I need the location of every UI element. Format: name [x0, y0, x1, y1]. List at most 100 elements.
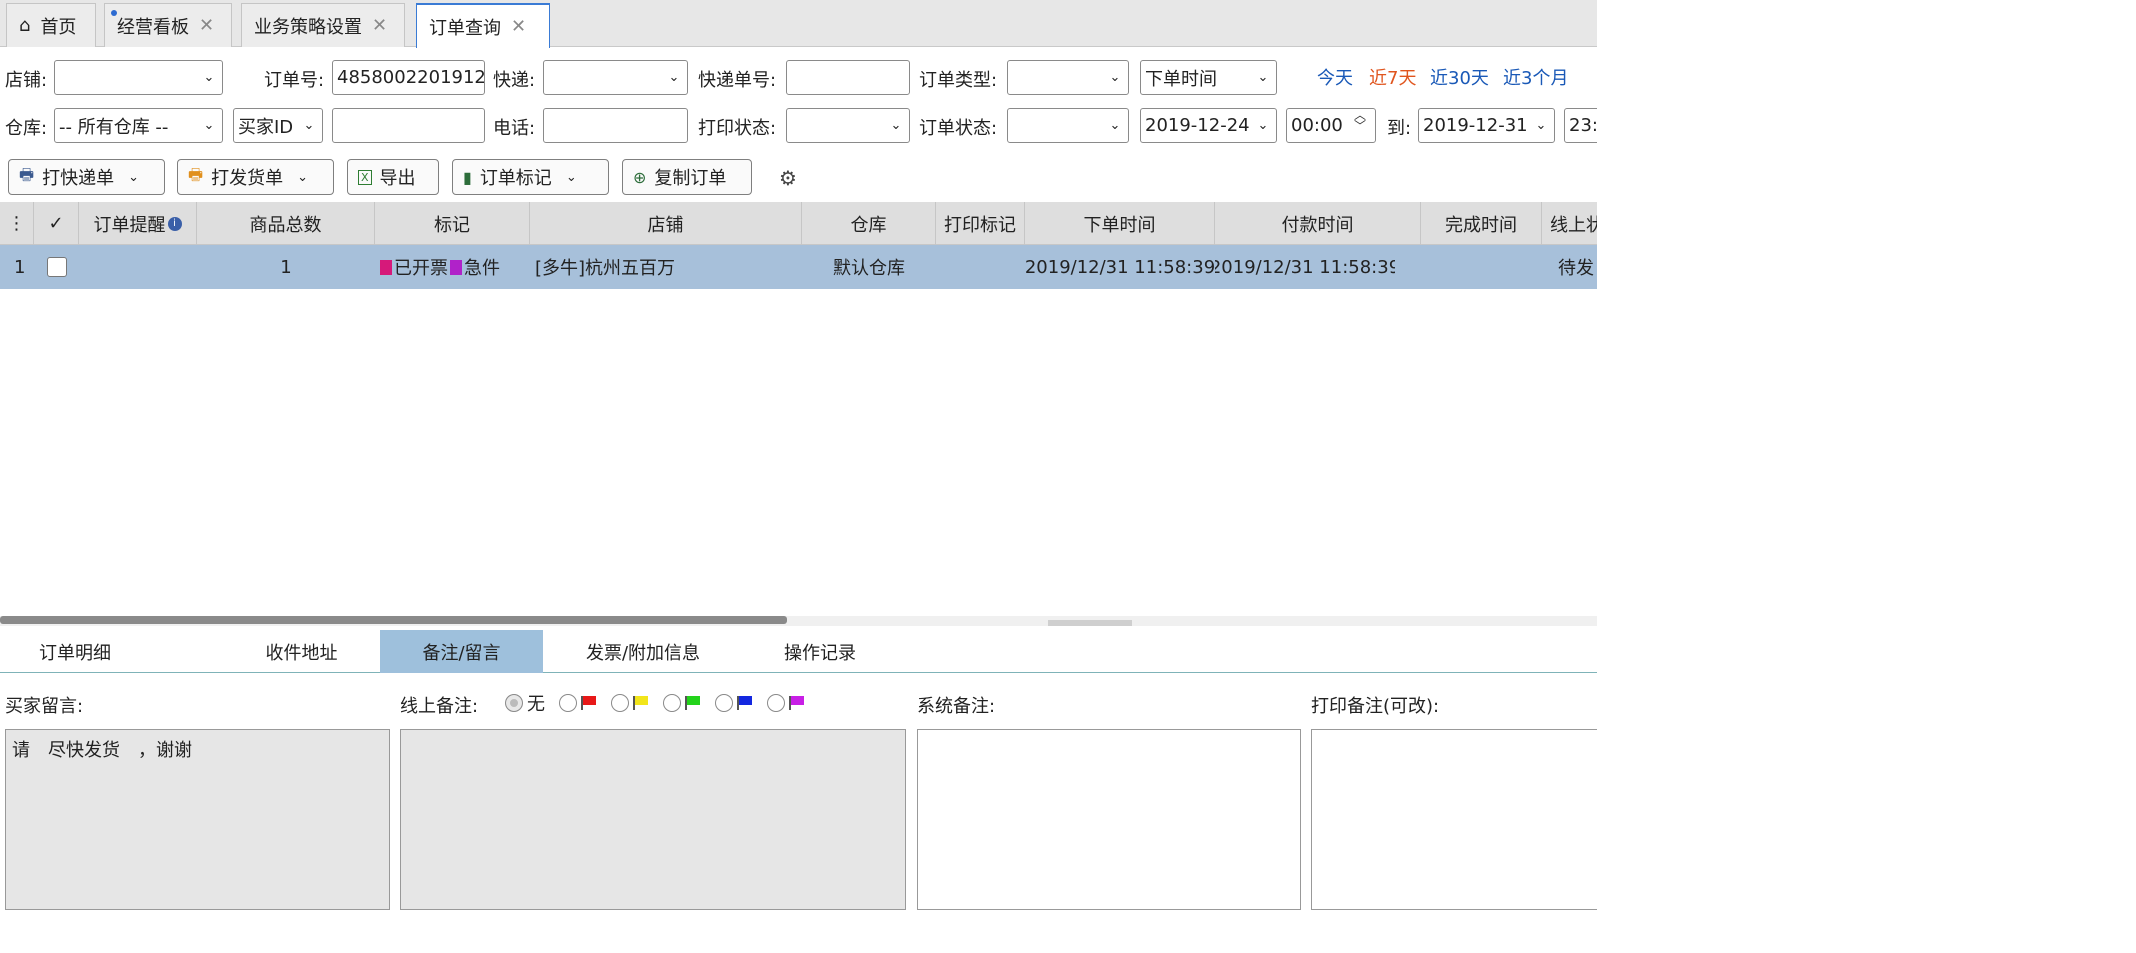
copy-order-button[interactable]: ⊕ 复制订单: [622, 159, 752, 195]
print-delivery-button[interactable]: 🖶 打发货单 ⌄: [177, 159, 334, 195]
flag-option-none[interactable]: 无: [505, 690, 545, 716]
phone-input[interactable]: [543, 108, 688, 143]
date-to-value: 2019-12-31: [1423, 115, 1528, 136]
warehouse-label: 仓库:: [5, 118, 48, 139]
printer-icon: 🖶: [188, 164, 204, 184]
date-to-select[interactable]: 2019-12-31 ⌄: [1418, 108, 1555, 143]
print-remark-input[interactable]: [1311, 729, 1597, 910]
quick-30days[interactable]: 近30天: [1430, 64, 1489, 90]
column-header[interactable]: 商品总数: [197, 202, 375, 245]
flag-option-blue[interactable]: [715, 694, 753, 712]
express-select[interactable]: ⌄: [543, 60, 688, 95]
mark-urgent: 急件: [464, 258, 500, 279]
column-header[interactable]: 店铺: [530, 202, 802, 245]
none-label: 无: [527, 694, 545, 715]
time-type-value: 下单时间: [1145, 68, 1217, 90]
row-online-status: 待发: [1558, 258, 1594, 279]
close-icon[interactable]: ✕: [199, 15, 214, 36]
tab-dashboard[interactable]: 经营看板 ✕: [104, 3, 232, 47]
time-spinner-icon[interactable]: ︿ ﹀: [1354, 109, 1366, 132]
row-finish-time: [1421, 245, 1542, 289]
chevron-down-icon: ⌄: [1257, 118, 1269, 133]
table-row[interactable]: 1 1 已开票 急件 [多牛]杭州五百万 默认仓库 2019/12/31 11:…: [0, 245, 1597, 289]
green-flag-icon: [685, 696, 701, 710]
chevron-down-icon: ⌄: [668, 70, 680, 85]
home-icon: ⌂: [19, 15, 31, 36]
select-all-checkbox[interactable]: ✓: [34, 202, 79, 245]
bookmark-icon: [380, 259, 392, 275]
tab-operation-log[interactable]: 操作记录: [745, 630, 895, 673]
express-no-input[interactable]: [786, 60, 910, 95]
column-menu-icon[interactable]: ⋮: [0, 202, 34, 245]
close-icon[interactable]: ✕: [511, 16, 526, 37]
chevron-down-icon: ⌄: [203, 70, 215, 85]
tab-remarks[interactable]: 备注/留言: [380, 630, 543, 673]
quick-today[interactable]: 今天: [1317, 64, 1353, 90]
date-from-select[interactable]: 2019-12-24 ⌄: [1140, 108, 1277, 143]
column-header[interactable]: 下单时间: [1025, 202, 1215, 245]
column-header[interactable]: 标记: [375, 202, 530, 245]
chevron-down-icon: ⌄: [1257, 70, 1269, 85]
column-header[interactable]: 线上状: [1542, 202, 1597, 245]
print-status-select[interactable]: ⌄: [786, 108, 910, 143]
tab-address[interactable]: 收件地址: [220, 630, 383, 673]
row-print-mark: [936, 245, 1025, 289]
system-remark-label: 系统备注:: [917, 696, 996, 717]
order-mark-button[interactable]: ▮ 订单标记 ⌄: [452, 159, 609, 195]
tab-strategy[interactable]: 业务策略设置 ✕: [241, 3, 405, 47]
print-express-button[interactable]: 🖶 打快递单 ⌄: [8, 159, 165, 195]
online-remark-label: 线上备注:: [400, 696, 479, 717]
scrollbar-thumb[interactable]: [0, 616, 787, 624]
tab-order-query[interactable]: 订单查询 ✕: [416, 3, 550, 48]
yellow-flag-icon: [633, 696, 649, 710]
tab-home[interactable]: ⌂ 首页: [6, 3, 96, 47]
gear-icon[interactable]: ⚙: [779, 166, 797, 190]
warehouse-select[interactable]: -- 所有仓库 -- ⌄: [54, 108, 223, 143]
column-header[interactable]: 打印标记: [936, 202, 1025, 245]
quick-7days[interactable]: 近7天: [1369, 64, 1416, 90]
order-type-select[interactable]: ⌄: [1007, 60, 1129, 95]
column-header[interactable]: 完成时间: [1421, 202, 1542, 245]
chevron-down-icon: ⌄: [1109, 70, 1121, 85]
row-checkbox[interactable]: [47, 245, 77, 289]
close-icon[interactable]: ✕: [372, 15, 387, 36]
order-status-select[interactable]: ⌄: [1007, 108, 1129, 143]
buyer-message-label: 买家留言:: [5, 696, 84, 717]
printer-icon: 🖶: [19, 164, 35, 184]
tab-order-detail[interactable]: 订单明细: [0, 630, 150, 673]
tab-label: 首页: [40, 16, 77, 38]
column-header[interactable]: 付款时间: [1215, 202, 1421, 245]
print-delivery-label: 打发货单: [211, 168, 284, 189]
column-header[interactable]: 订单提醒 i: [79, 202, 197, 245]
detail-tabs: 订单明细 收件地址 备注/留言 发票/附加信息 操作记录: [0, 630, 1597, 673]
order-type-label: 订单类型:: [919, 70, 998, 91]
chevron-down-icon: ⌄: [128, 169, 140, 185]
express-no-label: 快递单号:: [698, 70, 777, 91]
row-marks: 已开票 急件: [380, 245, 530, 289]
column-header[interactable]: 仓库: [802, 202, 936, 245]
app-window: ⌂ 首页 经营看板 ✕ 业务策略设置 ✕ 订单查询 ✕ 店铺: ⌄ 订单号: 4…: [0, 0, 1597, 953]
quick-3months[interactable]: 近3个月: [1503, 64, 1568, 90]
buyer-field-select[interactable]: 买家ID ⌄: [233, 108, 323, 143]
chevron-down-icon: ⌄: [303, 118, 315, 133]
tab-invoice[interactable]: 发票/附加信息: [563, 630, 723, 673]
buyer-id-input[interactable]: [332, 108, 485, 143]
flag-option-green[interactable]: [663, 694, 701, 712]
order-mark-label: 订单标记: [479, 168, 552, 189]
time-type-select[interactable]: 下单时间 ⌄: [1140, 60, 1277, 95]
scrollbar-thumb-secondary[interactable]: [1048, 620, 1132, 626]
horizontal-scrollbar[interactable]: [0, 616, 1597, 626]
flag-radio-group: 无: [505, 690, 813, 716]
time-to-input[interactable]: 23:: [1564, 108, 1597, 143]
system-remark-input[interactable]: [917, 729, 1301, 910]
warehouse-value: -- 所有仓库 --: [59, 116, 169, 138]
flag-option-yellow[interactable]: [611, 694, 649, 712]
print-express-label: 打快递单: [42, 168, 115, 189]
export-button[interactable]: X 导出: [347, 159, 439, 195]
flag-option-red[interactable]: [559, 694, 597, 712]
order-no-input[interactable]: 48580022019123: [332, 60, 485, 95]
buyer-field-value: 买家ID: [238, 116, 294, 138]
chevron-down-icon: ⌄: [297, 169, 309, 185]
shop-select[interactable]: ⌄: [54, 60, 223, 95]
flag-option-purple[interactable]: [767, 694, 805, 712]
